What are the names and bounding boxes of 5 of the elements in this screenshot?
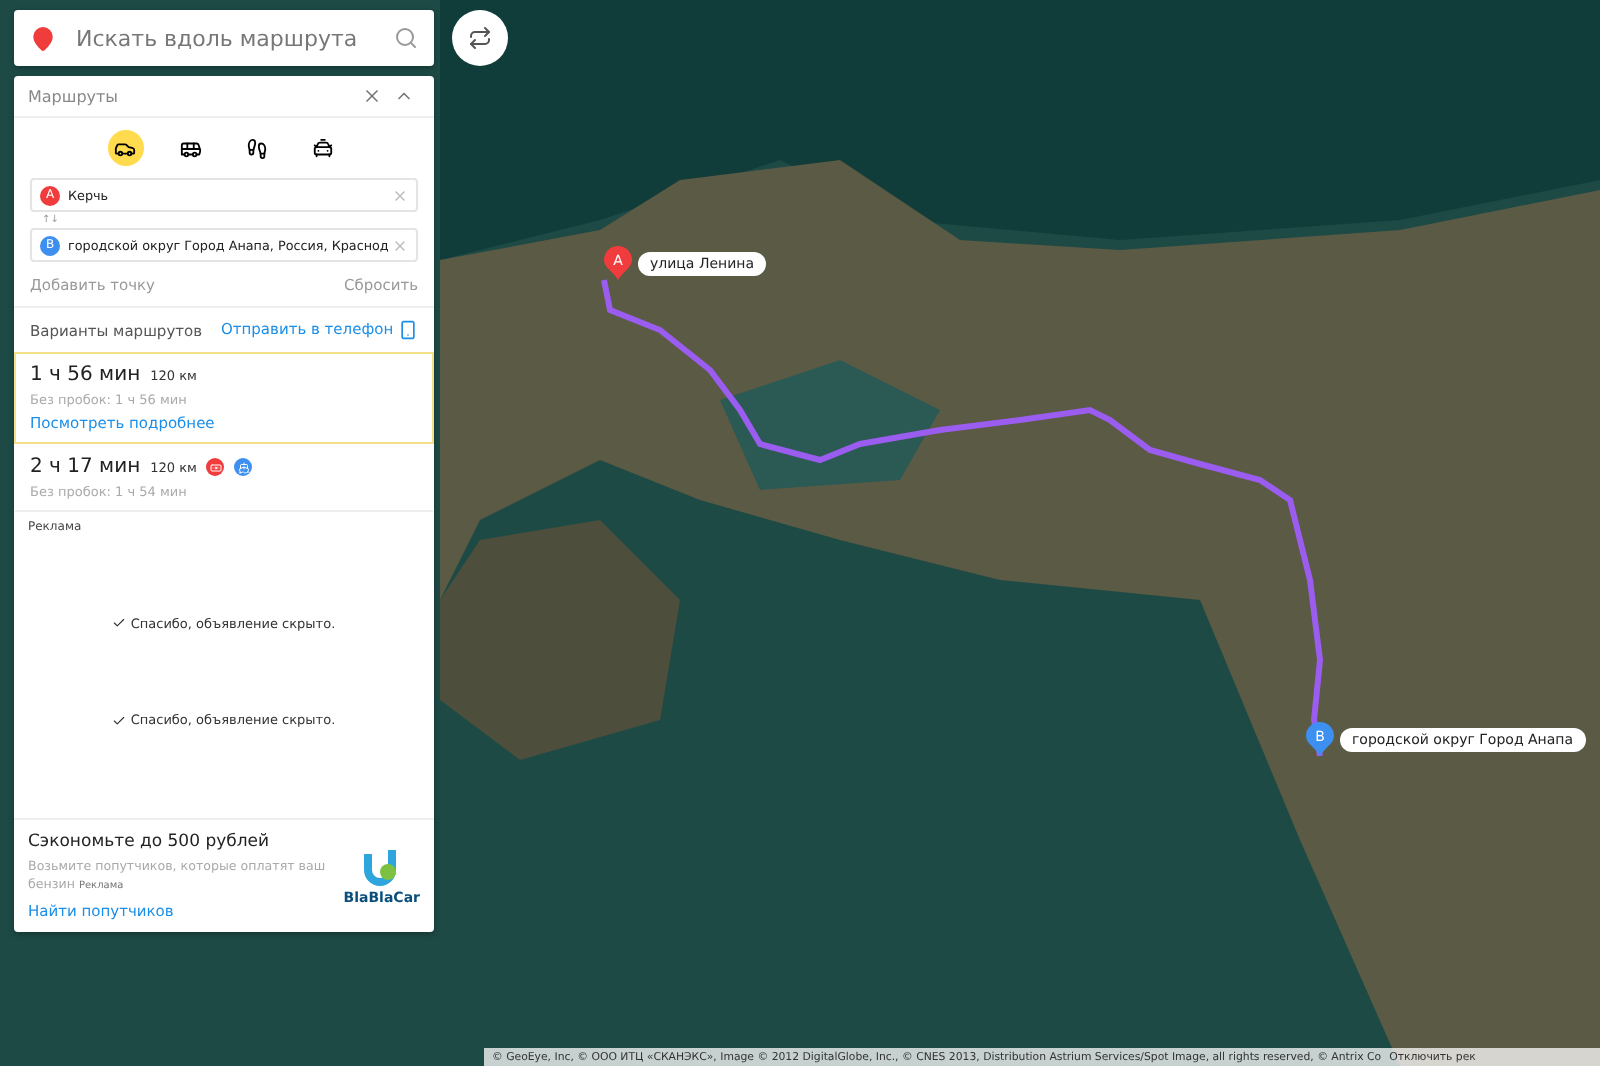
search-bar[interactable]: Искать вдоль маршрута	[14, 10, 434, 66]
panel-title: Маршруты	[28, 87, 120, 105]
route-time: 1 ч 56 мин	[30, 364, 141, 386]
promo-title: Сэкономьте до 500 рублей	[28, 832, 272, 852]
route-time: 2 ч 17 мин	[30, 456, 141, 478]
